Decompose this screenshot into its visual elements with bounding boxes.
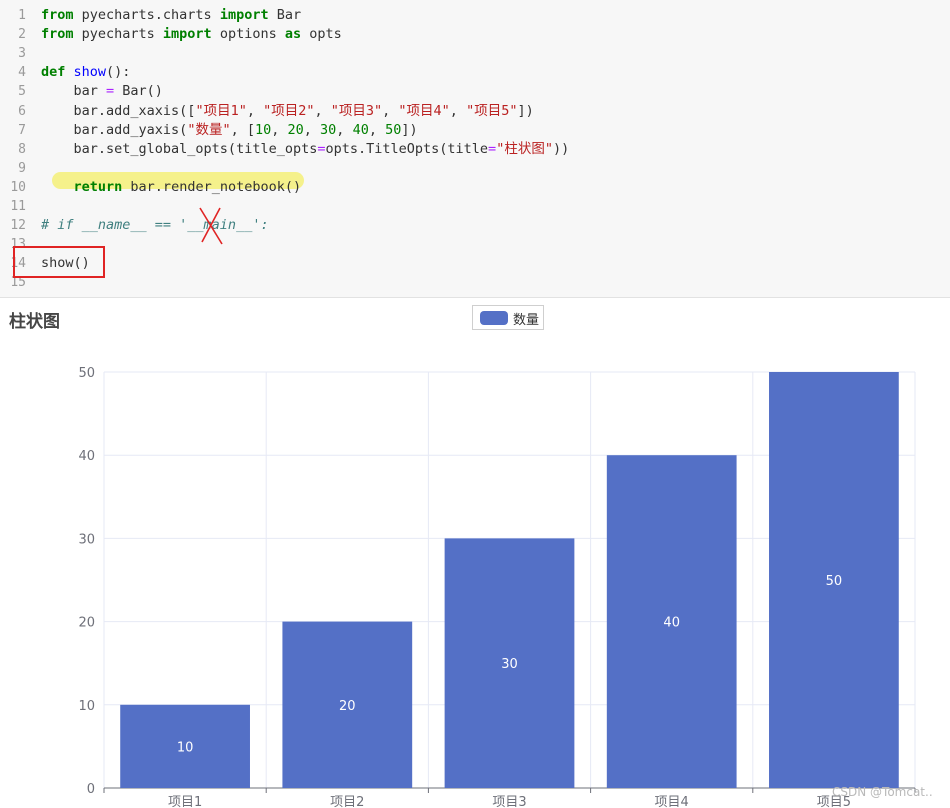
x-tick-label: 项目3 (492, 795, 526, 808)
y-tick-label: 40 (78, 449, 95, 464)
y-tick-label: 0 (87, 782, 95, 797)
data-label: 50 (826, 574, 843, 589)
data-label: 20 (339, 699, 356, 714)
x-tick-label: 项目1 (168, 795, 202, 808)
chart-canvas: 0102030405010项目120项目230项目340项目450项目5 (78, 366, 916, 808)
watermark: CSDN @Tomcat.. (832, 785, 933, 799)
data-label: 30 (501, 657, 518, 672)
y-tick-label: 30 (78, 532, 95, 547)
data-label: 10 (177, 740, 194, 755)
y-tick-label: 20 (78, 616, 95, 631)
y-tick-label: 10 (78, 699, 95, 714)
y-tick-label: 50 (78, 366, 95, 381)
data-label: 40 (663, 616, 680, 631)
x-tick-label: 项目4 (655, 795, 689, 808)
x-tick-label: 项目2 (330, 795, 364, 808)
